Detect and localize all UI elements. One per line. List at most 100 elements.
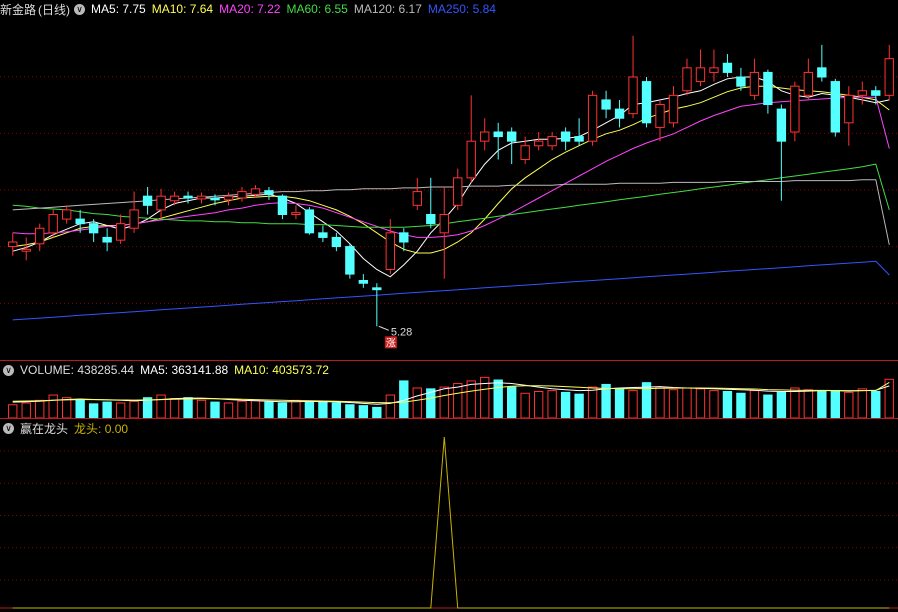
candle — [331, 236, 342, 248]
candle — [21, 248, 31, 252]
ma120-legend: MA120: 6.17 — [354, 2, 422, 16]
ma10-label: MA10: — [151, 2, 190, 16]
candle — [75, 218, 85, 225]
candle — [318, 232, 328, 238]
candle — [493, 131, 503, 138]
candle — [412, 191, 422, 206]
volume-bar — [466, 380, 476, 418]
candle — [453, 177, 463, 206]
candle — [426, 214, 436, 225]
volume-bar — [169, 398, 180, 418]
volume-bar — [641, 382, 652, 418]
candle — [587, 94, 598, 142]
candle — [601, 99, 611, 110]
price-panel: 新金路 (日线) ∨ MA5: 7.75 MA10: 7.64 MA20: 7.… — [0, 0, 898, 360]
chevron-down-icon[interactable]: ∨ — [3, 422, 14, 434]
candle — [655, 104, 665, 128]
candle — [304, 209, 315, 234]
candle — [507, 131, 517, 142]
ma120-value: 6.17 — [398, 2, 422, 16]
candle — [857, 90, 867, 96]
candle — [695, 67, 706, 83]
vol-ma5-value: 363141.88 — [171, 363, 229, 377]
candle — [480, 131, 490, 142]
volume-value: 438285.44 — [77, 363, 135, 377]
candle — [547, 136, 557, 147]
candle — [790, 85, 800, 133]
indicator-legend-item: 龙头: 0.00 — [74, 420, 128, 437]
volume-bar — [250, 399, 261, 418]
volume-bar — [318, 401, 328, 418]
candle — [183, 195, 193, 199]
price-chart[interactable]: 5.28涨 — [0, 0, 898, 360]
ma20-line — [12, 96, 890, 238]
volume-bar — [722, 391, 733, 418]
candle — [722, 62, 733, 73]
volume-bar — [277, 402, 288, 418]
vol-ma5-label: MA5: — [140, 363, 172, 377]
indicator-chart[interactable] — [0, 419, 898, 612]
volume-bar — [358, 405, 369, 418]
candle — [682, 67, 692, 92]
ma60-legend: MA60: 6.55 — [286, 2, 347, 16]
volume-bar — [8, 404, 18, 418]
candle — [35, 227, 45, 245]
dragon-head-line — [12, 436, 890, 609]
ma10-value: 7.64 — [189, 2, 214, 16]
candle — [142, 195, 153, 206]
candle — [345, 246, 355, 275]
candle — [830, 81, 840, 133]
vol-ma10-legend: MA10: 403573.72 — [234, 363, 329, 377]
volume-bar — [830, 390, 840, 418]
candle — [223, 195, 234, 201]
indicator-legend: ∨ 赢在龙头 龙头: 0.00 — [0, 419, 134, 437]
candle — [709, 67, 719, 73]
volume-bar — [291, 399, 301, 418]
candle — [8, 241, 18, 248]
volume-bar — [62, 397, 72, 418]
ma5-label: MA5: — [91, 2, 123, 16]
volume-bar — [628, 390, 638, 418]
candle — [641, 81, 652, 124]
ma20-legend: MA20: 7.22 — [219, 2, 280, 16]
chevron-down-icon[interactable]: ∨ — [74, 3, 86, 15]
chevron-down-icon[interactable]: ∨ — [3, 364, 14, 376]
volume-label: VOLUME: — [20, 363, 78, 377]
low-price-pointer — [378, 325, 390, 331]
volume-bar — [304, 400, 315, 418]
volume-bar — [35, 399, 45, 418]
volume-bar — [183, 397, 193, 418]
limit-up-badge-text: 涨 — [386, 337, 396, 349]
volume-bar — [115, 402, 126, 418]
candle — [817, 67, 827, 78]
candle — [358, 280, 369, 284]
volume-bar — [790, 387, 800, 418]
indicator-panel: ∨ 赢在龙头 龙头: 0.00 — [0, 419, 898, 612]
volume-bar — [385, 394, 395, 418]
candle — [129, 209, 139, 229]
volume-bar — [817, 391, 827, 418]
candle — [844, 94, 854, 124]
candle — [614, 108, 625, 119]
candle — [250, 188, 261, 195]
ma20-label: MA20: — [219, 2, 258, 16]
volume-bar — [453, 383, 463, 418]
price-legend: 新金路 (日线) ∨ MA5: 7.75 MA10: 7.64 MA20: 7.… — [0, 0, 502, 18]
volume-panel: ∨ VOLUME: 438285.44 MA5: 363141.88 MA10:… — [0, 361, 898, 418]
vol-ma5-legend: MA5: 363141.88 — [140, 363, 228, 377]
candle — [385, 232, 395, 270]
candle — [560, 131, 571, 142]
candle — [628, 76, 638, 115]
volume-bar — [264, 401, 274, 418]
volume-bar — [871, 391, 881, 418]
ma20-value: 7.22 — [257, 2, 281, 16]
candle — [803, 71, 814, 96]
candle — [871, 90, 881, 96]
vol-ma10-value: 403573.72 — [272, 363, 329, 377]
volume-bar — [331, 402, 342, 418]
period-label: (日线) — [38, 2, 71, 17]
candle — [736, 76, 746, 87]
candle — [574, 136, 584, 142]
volume-bar — [129, 400, 139, 418]
volume-bar — [560, 391, 571, 418]
